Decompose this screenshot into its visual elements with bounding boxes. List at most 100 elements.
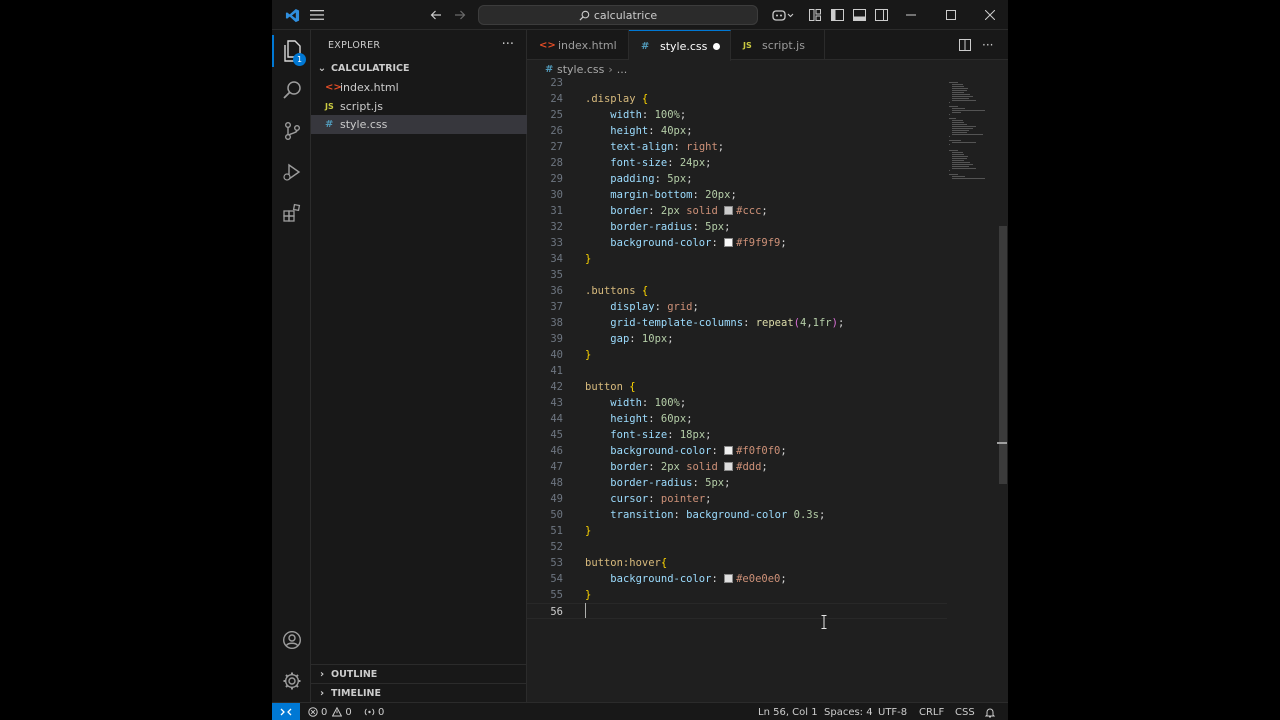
line-number: 25	[550, 109, 563, 121]
line-text: width: 100%;	[610, 109, 687, 121]
code-line[interactable]: 55}	[527, 587, 947, 603]
code-line[interactable]: 38 grid-template-columns: repeat(4,1fr);	[527, 315, 947, 331]
css-file-icon: #	[641, 40, 650, 52]
code-line[interactable]: 36 .buttons {	[527, 283, 947, 299]
code-line[interactable]: 33 background-color: #f9f9f9;	[527, 235, 947, 251]
scrollbar-thumb[interactable]	[999, 226, 1007, 484]
more-actions-icon[interactable]: ···	[502, 37, 514, 52]
code-line[interactable]: 32 border-radius: 5px;	[527, 219, 947, 235]
code-line[interactable]: 41	[527, 363, 947, 379]
explorer-icon[interactable]: 1	[272, 31, 311, 71]
code-line[interactable]: 24 .display {	[527, 91, 947, 107]
code-line[interactable]: 29 padding: 5px;	[527, 171, 947, 187]
code-line[interactable]: 31 border: 2px solid #ccc;	[527, 203, 947, 219]
toggle-secondary-sidebar-icon[interactable]	[870, 0, 892, 30]
unsaved-dot-icon[interactable]	[713, 43, 720, 50]
code-line[interactable]: 30 margin-bottom: 20px;	[527, 187, 947, 203]
code-line[interactable]: 52	[527, 539, 947, 555]
code-line[interactable]: 40}	[527, 347, 947, 363]
minimap-line	[952, 110, 986, 111]
source-control-icon[interactable]	[272, 111, 311, 151]
line-number: 27	[550, 141, 563, 153]
code-line[interactable]: 46 background-color: #f0f0f0;	[527, 443, 947, 459]
minimize-icon[interactable]	[896, 0, 926, 30]
split-editor-icon[interactable]	[959, 30, 979, 60]
minimap-line	[952, 156, 969, 157]
code-line[interactable]: 26 height: 40px;	[527, 123, 947, 139]
code-line[interactable]: 43 width: 100%;	[527, 395, 947, 411]
line-text: gap: 10px;	[610, 333, 674, 345]
tab-index-html[interactable]: <> index.html	[527, 30, 629, 60]
code-line[interactable]: 39 gap: 10px;	[527, 331, 947, 347]
code-line[interactable]: 34}	[527, 251, 947, 267]
copilot-icon[interactable]	[768, 0, 798, 30]
remote-icon[interactable]	[272, 703, 300, 720]
code-line[interactable]: 45 font-size: 18px;	[527, 427, 947, 443]
encoding[interactable]: UTF-8	[878, 703, 907, 720]
line-text: grid-template-columns: repeat(4,1fr);	[610, 317, 845, 329]
code-line[interactable]: 54 background-color: #e0e0e0;	[527, 571, 947, 587]
code-line[interactable]: 25 width: 100%;	[527, 107, 947, 123]
menu-icon[interactable]	[304, 0, 330, 30]
run-debug-icon[interactable]	[272, 152, 311, 192]
file-item-style-css[interactable]: # style.css	[311, 115, 527, 134]
toggle-panel-icon[interactable]	[848, 0, 870, 30]
extensions-icon[interactable]	[272, 193, 311, 233]
folder-section-calculatrice[interactable]: ⌄ CALCULATRICE	[311, 59, 527, 78]
code-line[interactable]: 35	[527, 267, 947, 283]
code-line[interactable]: 23	[527, 78, 947, 91]
code-line[interactable]: 51}	[527, 523, 947, 539]
minimap-line	[952, 122, 964, 123]
code-line[interactable]: 50 transition: background-color 0.3s;	[527, 507, 947, 523]
timeline-section[interactable]: › TIMELINE	[311, 683, 527, 702]
outline-section[interactable]: › OUTLINE	[311, 664, 527, 683]
layout-customize-icon[interactable]	[804, 0, 826, 30]
line-ending[interactable]: CRLF	[919, 703, 944, 720]
maximize-icon[interactable]	[936, 0, 966, 30]
line-text: background-color: #e0e0e0;	[610, 573, 787, 585]
vertical-scrollbar[interactable]	[997, 78, 1007, 702]
code-editor[interactable]: 23 24 .display {25 width: 100%; 26 height: …	[527, 78, 947, 638]
bell-icon[interactable]	[985, 703, 998, 720]
code-line[interactable]: 48 border-radius: 5px;	[527, 475, 947, 491]
breadcrumb-more[interactable]: ...	[617, 63, 628, 76]
minimap-line	[952, 152, 963, 153]
text-cursor	[585, 603, 586, 618]
js-file-icon: JS	[325, 102, 334, 111]
toggle-primary-sidebar-icon[interactable]	[826, 0, 848, 30]
more-actions-icon[interactable]: ···	[982, 30, 1002, 60]
code-line[interactable]: 42 button {	[527, 379, 947, 395]
cursor-position[interactable]: Ln 56, Col 1	[758, 703, 818, 720]
code-line[interactable]: 27 text-align: right;	[527, 139, 947, 155]
line-number: 54	[550, 573, 563, 585]
ports-indicator[interactable]: 0	[364, 703, 384, 720]
minimap[interactable]	[947, 78, 995, 198]
indentation[interactable]: Spaces: 4	[824, 703, 873, 720]
line-text: display: grid;	[610, 301, 699, 313]
code-line[interactable]: 37 display: grid;	[527, 299, 947, 315]
language-mode[interactable]: CSS	[955, 703, 975, 720]
code-line[interactable]: 44 height: 60px;	[527, 411, 947, 427]
code-line[interactable]: 28 font-size: 24px;	[527, 155, 947, 171]
tab-script-js[interactable]: JS script.js	[731, 30, 825, 60]
file-name: script.js	[340, 100, 383, 113]
command-center-search[interactable]: calculatrice	[478, 5, 758, 25]
tab-style-css[interactable]: # style.css	[629, 30, 731, 61]
breadcrumb-file[interactable]: style.css	[557, 63, 604, 76]
close-icon[interactable]	[975, 0, 1005, 30]
file-item-index-html[interactable]: <> index.html	[311, 78, 527, 97]
line-number: 45	[550, 429, 563, 441]
problems-indicator[interactable]: 0 0	[308, 703, 352, 720]
minimap-line	[952, 168, 976, 169]
search-icon[interactable]	[272, 70, 311, 110]
code-line[interactable]: 53 button:hover{	[527, 555, 947, 571]
settings-gear-icon[interactable]	[272, 661, 311, 701]
line-number: 48	[550, 477, 563, 489]
forward-arrow-icon[interactable]	[448, 0, 472, 30]
file-item-script-js[interactable]: JS script.js	[311, 97, 527, 116]
code-line[interactable]: 47 border: 2px solid #ddd;	[527, 459, 947, 475]
back-arrow-icon[interactable]	[424, 0, 448, 30]
code-line[interactable]: 56	[527, 603, 947, 619]
code-line[interactable]: 49 cursor: pointer;	[527, 491, 947, 507]
accounts-icon[interactable]	[272, 620, 311, 660]
